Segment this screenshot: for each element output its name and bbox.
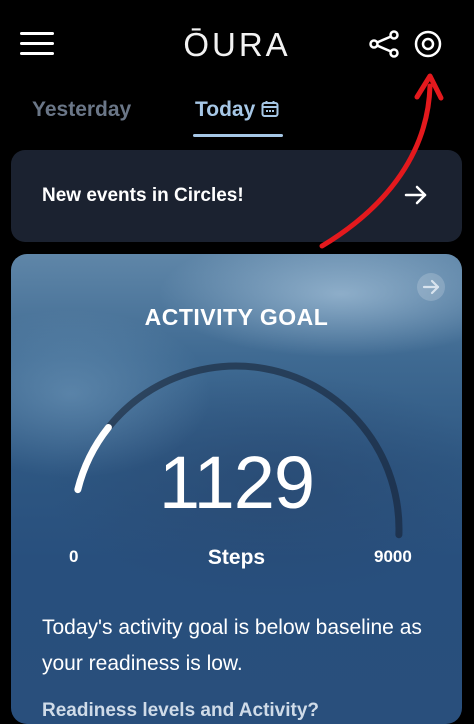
gauge-min-label: 0 <box>69 547 79 566</box>
activity-goal-card[interactable]: ACTIVITY GOAL 1129 Steps 0 9000 Today's … <box>11 254 462 724</box>
top-bar: ŌURA <box>0 0 474 90</box>
calendar-icon <box>261 100 279 124</box>
tab-today[interactable]: Today <box>195 98 279 124</box>
activity-goal-description: Today's activity goal is below baseline … <box>42 616 422 675</box>
readiness-info-link[interactable]: Readiness levels and Activity? <box>42 700 319 722</box>
active-tab-indicator <box>193 134 283 137</box>
tab-today-label: Today <box>195 98 256 121</box>
tab-yesterday-label: Yesterday <box>32 98 132 121</box>
app-logo: ŌURA <box>183 26 291 63</box>
tab-yesterday[interactable]: Yesterday <box>32 98 131 122</box>
steps-count: 1129 <box>158 441 315 524</box>
card-forward-arrow-icon[interactable] <box>416 272 446 302</box>
hamburger-menu-icon[interactable] <box>20 32 54 56</box>
gauge-max-label: 9000 <box>374 547 412 566</box>
ring-icon[interactable] <box>412 28 444 60</box>
arrow-right-icon <box>404 184 428 211</box>
day-tabs: Yesterday Today <box>0 92 474 142</box>
circles-events-label: New events in Circles! <box>42 185 244 206</box>
share-icon[interactable] <box>368 30 400 58</box>
circles-events-banner[interactable]: New events in Circles! <box>11 150 462 242</box>
activity-goal-title: ACTIVITY GOAL <box>144 304 329 330</box>
